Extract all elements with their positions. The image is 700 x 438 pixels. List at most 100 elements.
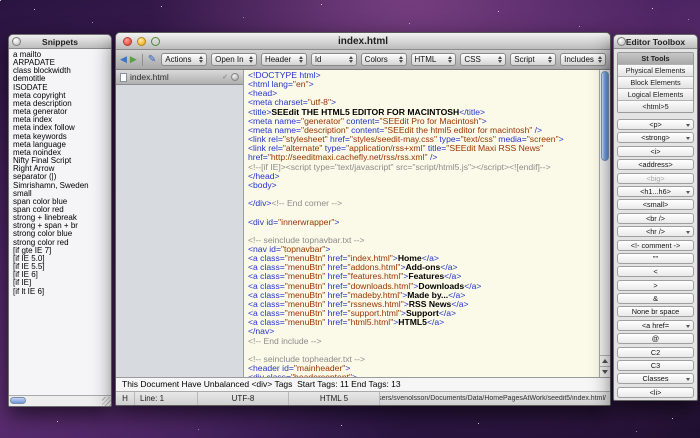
code-line: <div id="innerwrapper"> [248,218,599,227]
toolbox-button-label: Classes [643,374,669,383]
toolbox-button-label: <hr /> [646,227,665,236]
scroll-up-button[interactable] [600,355,610,366]
main-toolbar: ◀ ▶ ✎ Actions Open In Header Id Colors HTML CS… [116,50,610,70]
toolbar-popup-script[interactable]: Script [510,53,556,66]
toolbox-body: St ToolsPhysical ElementsBlock ElementsL… [614,49,697,400]
code-text-area[interactable]: <!DOCTYPE html><html lang="en"><head><me… [244,70,599,377]
toolbox-tab[interactable]: Logical Elements [618,89,693,101]
toolbox-button[interactable]: <li> [617,387,694,398]
scrollbar-thumb[interactable] [10,397,26,404]
toolbox-button[interactable]: "" [617,253,694,264]
popup-arrows-icon [498,56,502,63]
arrow-down-icon [602,370,608,374]
file-tab[interactable]: index.html ✓ [116,70,243,85]
status-doctype: HTML 5 [289,392,380,405]
tab-close-icon[interactable] [231,73,239,81]
document-status-message: This Document Have Unbalanced <div> Tags… [116,377,610,391]
vertical-scrollbar[interactable] [599,70,610,377]
toolbox-button[interactable]: > [617,280,694,291]
code-line: <a class="menuBtn" href="html5.html">HTM… [248,318,599,327]
snippets-titlebar[interactable]: Snippets [9,35,111,49]
back-button[interactable]: ◀ [120,55,127,64]
toolbox-button-label: "" [653,254,658,263]
toolbox-button[interactable]: <big> [617,173,694,184]
editor-window: index.html ◀ ▶ ✎ Actions Open In Header Id C… [115,32,611,406]
toolbar-popup-css[interactable]: CSS [460,53,506,66]
popup-arrows-icon [299,56,303,63]
toolbox-button[interactable]: <br /> [617,213,694,224]
scrollbar-thumb[interactable] [601,71,609,161]
toolbar-popup-open-in[interactable]: Open In [211,53,257,66]
toolbar-popup-html[interactable]: HTML [411,53,457,66]
toolbox-button-group: <p> <strong> <i> <address> <big> <h1...h6> <sm… [617,119,694,398]
toolbox-button[interactable]: <i> [617,146,694,157]
popup-label: Actions [165,55,199,64]
toolbox-tab[interactable]: Physical Elements [618,65,693,77]
toolbox-button[interactable]: <!- comment -> [617,240,694,251]
toolbox-button[interactable]: Classes [617,373,694,384]
popup-arrows-icon [548,56,552,63]
toolbox-tab[interactable]: <html>5 [618,101,693,112]
toolbox-button-label: <small> [643,200,669,209]
popup-label: Colors [365,55,399,64]
scrollbar-arrows [600,355,610,377]
toolbar-popup-header[interactable]: Header [261,53,307,66]
snippets-panel: Snippets a mailtoARPADATEclass blockwidt… [8,34,112,407]
toolbox-button-label: > [653,281,657,290]
popup-label: CSS [464,55,498,64]
toolbox-tab[interactable]: St Tools [618,53,693,65]
toolbox-button-label: @ [652,334,659,343]
toolbox-button[interactable]: C3 [617,360,694,371]
toolbox-button[interactable]: <h1...h6> [617,186,694,197]
toolbox-button-label: None br space [632,307,679,316]
chevron-down-icon [686,137,690,140]
window-content: index.html ✓ <!DOCTYPE html><html lang="… [116,70,610,377]
toolbox-tab[interactable]: Block Elements [618,77,693,89]
popup-arrows-icon [598,56,602,63]
toolbox-button-label: <address> [638,160,672,169]
pen-icon[interactable]: ✎ [148,55,156,65]
code-line: </div><!-- End corner --> [248,199,599,208]
toolbox-titlebar[interactable]: Editor Toolbox [614,35,697,49]
window-titlebar[interactable]: index.html [116,33,610,50]
toolbar-divider [142,54,143,66]
forward-button[interactable]: ▶ [130,55,137,64]
toolbox-button[interactable]: <address> [617,159,694,170]
popup-arrows-icon [448,56,452,63]
toolbar-popup-actions[interactable]: Actions [161,53,207,66]
toolbox-button[interactable]: <a href= [617,320,694,331]
toolbox-button[interactable]: <strong> [617,132,694,143]
popup-arrows-icon [249,56,253,63]
toolbox-button-label: <a href= [642,321,669,330]
toolbar-popup-includes[interactable]: Includes [560,53,606,66]
scroll-down-button[interactable] [600,366,610,377]
status-file-path: /Users/svenolsson/Documents/Data/HomePag… [380,395,610,402]
toolbox-button[interactable]: @ [617,333,694,344]
popup-label: Open In [215,55,249,64]
popup-arrows-icon [349,56,353,63]
snippets-horizontal-scrollbar[interactable] [9,395,111,406]
status-line-number: Line: 1 [135,392,198,405]
toolbox-button[interactable]: C2 [617,347,694,358]
toolbox-button[interactable]: < [617,266,694,277]
toolbox-button[interactable]: <p> [617,119,694,130]
toolbox-button-label: <i> [650,147,660,156]
toolbar-popup-colors[interactable]: Colors [361,53,407,66]
code-line: <html lang="en"> [248,80,599,89]
status-encoding: UTF-8 [198,392,289,405]
toolbar-popup-group: Actions Open In Header Id Colors HTML CSS Scrip… [161,53,606,66]
toolbar-popup-id[interactable]: Id [311,53,357,66]
popup-label: Includes [564,55,598,64]
chevron-down-icon [686,378,690,381]
toolbox-tab-group: St ToolsPhysical ElementsBlock ElementsL… [617,52,694,113]
toolbox-button[interactable]: None br space [617,306,694,317]
toolbox-button-label: <li> [650,388,662,397]
toolbox-button[interactable]: <small> [617,199,694,210]
popup-arrows-icon [399,56,403,63]
edited-indicator-icon: ✓ [222,73,228,81]
toolbox-button[interactable]: <hr /> [617,226,694,237]
code-line: <!--[if IE]><script type="text/javascrip… [248,163,599,172]
toolbox-button[interactable]: & [617,293,694,304]
snippet-item[interactable]: [if lt IE 6] [9,288,111,296]
resize-grip-icon[interactable] [102,397,111,406]
